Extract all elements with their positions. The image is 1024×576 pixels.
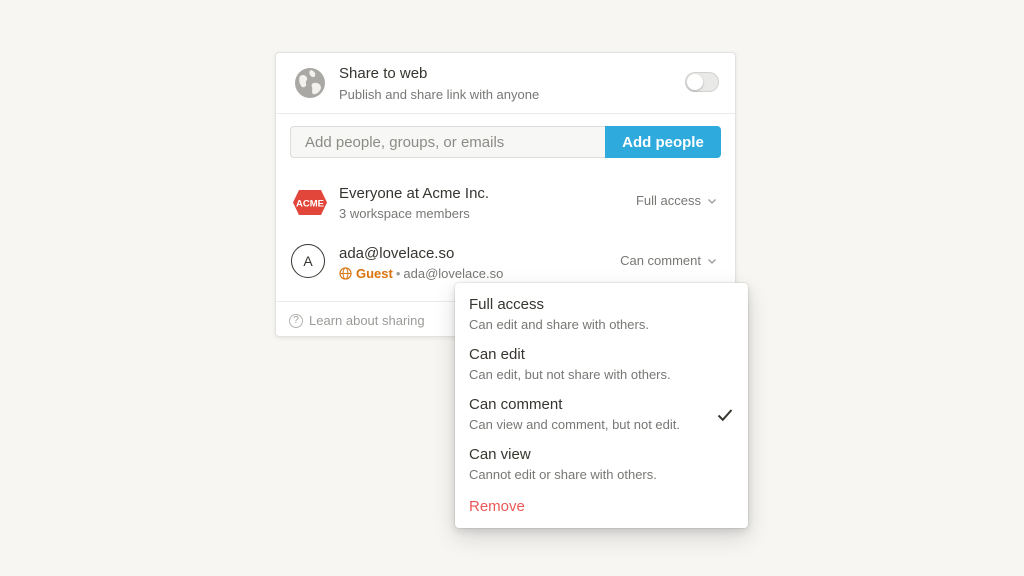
menu-item-label: Can view — [469, 446, 531, 463]
menu-item-description: Can view and comment, but not edit. — [469, 417, 681, 432]
share-to-web-subtitle: Publish and share link with anyone — [339, 87, 540, 102]
share-to-web-title: Share to web — [339, 65, 428, 82]
menu-item-can-edit[interactable]: Can edit Can edit, but not share with ot… — [455, 344, 748, 392]
permission-dropdown-guest[interactable]: Can comment — [620, 253, 717, 268]
menu-item-label: Full access — [469, 296, 545, 313]
avatar: A — [291, 244, 325, 278]
share-to-web-toggle[interactable] — [685, 72, 719, 92]
question-circle-icon: ? — [289, 313, 303, 328]
toggle-knob — [687, 74, 703, 90]
menu-item-description: Cannot edit or share with others. — [469, 467, 657, 482]
globe-small-icon — [339, 267, 352, 280]
acme-logo: ACME — [293, 190, 327, 215]
chevron-down-icon — [708, 258, 716, 264]
menu-item-full-access[interactable]: Full access Can edit and share with othe… — [455, 294, 748, 342]
member-row-guest: A ada@lovelace.so Guest • ada@lovelace.so … — [276, 241, 735, 289]
member-row-workspace: ACME Everyone at Acme Inc. 3 workspace m… — [276, 181, 735, 229]
member-count: 3 workspace members — [339, 206, 470, 221]
guest-badge: Guest — [356, 266, 393, 281]
help-label: Learn about sharing — [309, 313, 425, 328]
guest-email: ada@lovelace.so — [403, 266, 504, 281]
svg-text:ACME: ACME — [296, 199, 324, 210]
remove-member-button[interactable]: Remove — [469, 498, 525, 515]
check-icon — [717, 409, 733, 422]
menu-item-label: Can edit — [469, 346, 525, 363]
permission-menu: Full access Can edit and share with othe… — [455, 283, 748, 528]
share-to-web-section: Share to web Publish and share link with… — [276, 53, 735, 114]
separator-dot: • — [395, 266, 401, 281]
menu-item-label: Can comment — [469, 396, 563, 413]
member-email: ada@lovelace.so — [339, 245, 455, 262]
globe-icon — [295, 68, 325, 98]
menu-item-description: Can edit and share with others. — [469, 317, 649, 332]
learn-about-sharing-link[interactable]: ? Learn about sharing — [289, 313, 425, 328]
chevron-down-icon — [708, 198, 716, 204]
permission-dropdown-workspace[interactable]: Full access — [636, 193, 717, 208]
permission-label: Can comment — [620, 253, 701, 268]
member-name: Everyone at Acme Inc. — [339, 185, 490, 202]
invite-input[interactable] — [290, 126, 608, 158]
menu-item-description: Can edit, but not share with others. — [469, 367, 671, 382]
menu-item-can-comment[interactable]: Can comment Can view and comment, but no… — [455, 394, 748, 442]
menu-item-can-view[interactable]: Can view Cannot edit or share with other… — [455, 444, 748, 492]
add-people-button[interactable]: Add people — [605, 126, 721, 158]
member-details: Guest • ada@lovelace.so — [339, 266, 503, 281]
permission-label: Full access — [635, 193, 701, 208]
